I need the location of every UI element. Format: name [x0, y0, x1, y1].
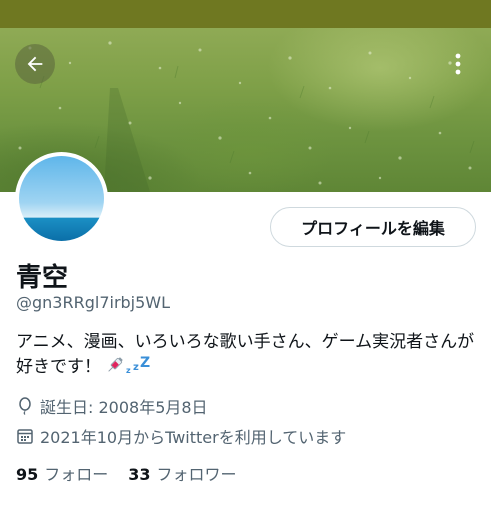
sleep-zzz-icon: z z Z [126, 355, 150, 375]
calendar-icon [16, 427, 34, 445]
svg-text:Z: Z [140, 355, 150, 371]
svg-text:z: z [126, 366, 131, 375]
bio-emoji-group: z z Z [105, 355, 151, 383]
display-name: 青空 [16, 263, 69, 293]
birthday-row: 誕生日: 2008年5月8日 [16, 394, 208, 418]
joined-text: 2021年10月からTwitterを利用しています [40, 428, 347, 447]
syringe-icon [108, 357, 123, 372]
status-bar [0, 0, 491, 28]
birthday-text: 誕生日: 2008年5月8日 [40, 398, 208, 417]
edit-profile-button[interactable]: プロフィールを編集 [270, 207, 476, 247]
more-options-button[interactable] [440, 44, 476, 84]
avatar-sky-image [19, 156, 104, 241]
following-link[interactable]: 95 フォロー [16, 461, 108, 485]
back-button[interactable] [15, 44, 55, 84]
balloon-icon [16, 397, 34, 415]
more-vertical-icon [455, 53, 461, 75]
user-handle: @gn3RRgl7irbj5WL [16, 293, 171, 312]
following-label: フォロー [44, 465, 109, 484]
followers-count: 33 [128, 465, 151, 484]
avatar[interactable] [15, 152, 108, 245]
following-count: 95 [16, 465, 39, 484]
svg-text:z: z [133, 362, 139, 373]
followers-label: フォロワー [156, 465, 237, 484]
follow-stats: 95 フォロー 33 フォロワー [16, 461, 257, 485]
followers-link[interactable]: 33 フォロワー [128, 461, 236, 485]
joined-row: 2021年10月からTwitterを利用しています [16, 424, 346, 448]
arrow-left-icon [27, 56, 43, 72]
profile-bio: アニメ、漫画、いろいろな歌い手さん、ゲーム実況者さんが好きです！ z z Z [16, 330, 478, 383]
bio-text: アニメ、漫画、いろいろな歌い手さん、ゲーム実況者さんが好きです！ [16, 332, 475, 377]
